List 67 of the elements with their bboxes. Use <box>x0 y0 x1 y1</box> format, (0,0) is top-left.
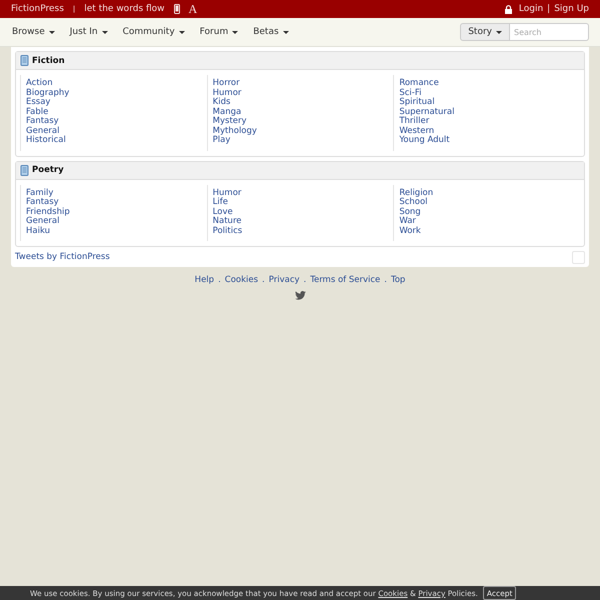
genre-link[interactable]: Haiku <box>26 226 50 236</box>
footer-link[interactable]: Cookies <box>224 275 258 285</box>
footer-link[interactable]: Help <box>194 275 214 285</box>
genre-link[interactable]: Nature <box>212 217 242 226</box>
category-title: Fiction <box>32 56 65 66</box>
genre-link[interactable]: Young Adult <box>399 136 450 146</box>
genre-link[interactable]: Work <box>399 226 421 236</box>
genre-link[interactable]: Family <box>26 188 54 198</box>
genre-link[interactable]: Play <box>212 136 230 146</box>
genre-link[interactable]: Horror <box>212 79 240 88</box>
site-logo[interactable]: FictionPress <box>11 4 64 14</box>
search-type-dropdown[interactable]: Story <box>460 23 510 41</box>
nav-menu[interactable]: Community <box>122 27 185 37</box>
genre-link[interactable]: Life <box>212 198 228 208</box>
genre-link[interactable]: Fantasy <box>26 117 59 126</box>
genre-link[interactable]: Fable <box>26 108 48 117</box>
genre-link[interactable]: Song <box>399 208 421 217</box>
separator: . <box>218 275 221 285</box>
nav-menu[interactable]: Browse <box>12 27 55 37</box>
genre-link[interactable]: Supernatural <box>399 108 454 117</box>
footer-link[interactable]: Privacy <box>268 275 300 285</box>
nav-menu[interactable]: Betas <box>253 27 289 37</box>
phone-icon[interactable] <box>174 4 180 14</box>
search-field[interactable]: Search <box>510 23 589 41</box>
nav-menu[interactable]: Forum <box>200 27 238 37</box>
footer-link[interactable]: Terms of Service <box>310 275 380 285</box>
genre-link[interactable]: Historical <box>26 136 66 146</box>
genre-link[interactable]: Romance <box>399 79 439 88</box>
genre-link[interactable]: Religion <box>399 188 434 198</box>
genre-link[interactable]: Biography <box>26 88 70 98</box>
lock-icon <box>504 4 512 14</box>
genre-link[interactable]: Thriller <box>399 117 430 126</box>
separator: . <box>262 275 265 285</box>
genre-link[interactable]: Mystery <box>212 117 247 126</box>
genre-link[interactable]: Sci-Fi <box>399 88 422 98</box>
genre-link[interactable]: Mythology <box>212 126 257 136</box>
login-link[interactable]: Login <box>518 4 544 14</box>
genre-link[interactable]: War <box>399 217 416 226</box>
genre-link[interactable]: Politics <box>212 226 242 236</box>
genre-link[interactable]: Fantasy <box>26 198 59 208</box>
genre-link[interactable]: Love <box>212 208 233 217</box>
tweets-link[interactable]: Tweets by FictionPress <box>15 252 110 262</box>
separator: . <box>384 275 387 285</box>
separator: | <box>547 4 550 14</box>
tagline: let the words flow <box>84 4 165 14</box>
genre-link[interactable]: Essay <box>26 98 50 108</box>
genre-link[interactable]: Action <box>26 79 53 88</box>
signup-link[interactable]: Sign Up <box>554 4 589 14</box>
genre-link[interactable]: Friendship <box>26 208 70 217</box>
genre-link[interactable]: Manga <box>212 108 242 117</box>
nav-menu[interactable]: Just In <box>70 27 108 37</box>
genre-link[interactable]: General <box>26 126 60 136</box>
genre-link[interactable]: Humor <box>212 88 242 98</box>
scroll-icon <box>20 164 29 176</box>
scroll-icon <box>20 55 29 66</box>
widget-frame <box>572 251 585 264</box>
font-icon[interactable]: A <box>188 3 198 15</box>
separator: . <box>304 275 306 285</box>
genre-link[interactable]: General <box>26 217 60 226</box>
genre-link[interactable]: Spiritual <box>399 98 435 108</box>
genre-link[interactable]: Kids <box>212 98 230 108</box>
bird-icon[interactable] <box>294 291 306 300</box>
genre-link[interactable]: Western <box>399 126 434 136</box>
category-title: Poetry <box>32 165 64 175</box>
genre-link[interactable]: School <box>399 198 428 208</box>
genre-link[interactable]: Humor <box>212 188 242 198</box>
footer-link[interactable]: Top <box>390 275 406 285</box>
